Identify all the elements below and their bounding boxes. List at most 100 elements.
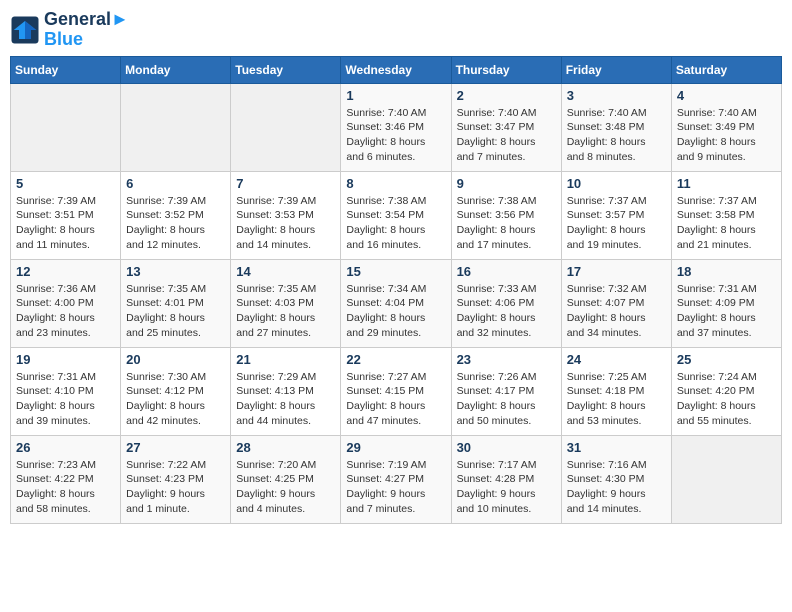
day-number: 17	[567, 264, 666, 279]
calendar-cell: 31Sunrise: 7:16 AM Sunset: 4:30 PM Dayli…	[561, 435, 671, 523]
calendar-cell: 4Sunrise: 7:40 AM Sunset: 3:49 PM Daylig…	[671, 83, 781, 171]
week-row-4: 19Sunrise: 7:31 AM Sunset: 4:10 PM Dayli…	[11, 347, 782, 435]
weekday-header-monday: Monday	[121, 56, 231, 83]
weekday-header-row: SundayMondayTuesdayWednesdayThursdayFrid…	[11, 56, 782, 83]
day-number: 20	[126, 352, 225, 367]
calendar: SundayMondayTuesdayWednesdayThursdayFrid…	[10, 56, 782, 524]
day-number: 3	[567, 88, 666, 103]
day-number: 10	[567, 176, 666, 191]
week-row-1: 1 Sunrise: 7:40 AM Sunset: 3:46 PM Daylig…	[11, 83, 782, 171]
day-number: 29	[346, 440, 445, 455]
day-info: Sunrise: 7:26 AM Sunset: 4:17 PM Dayligh…	[457, 370, 556, 429]
calendar-cell: 24 Sunrise: 7:25 AM Sunset: 4:18 PM Dayli…	[561, 347, 671, 435]
day-info: Sunrise: 7:37 AM Sunset: 3:58 PM Dayligh…	[677, 194, 776, 253]
day-info: Sunrise: 7:32 AM Sunset: 4:07 PM Dayligh…	[567, 282, 666, 341]
logo-icon	[10, 15, 40, 45]
calendar-cell: 13Sunrise: 7:35 AM Sunset: 4:01 PM Dayli…	[121, 259, 231, 347]
weekday-header-saturday: Saturday	[671, 56, 781, 83]
week-row-5: 26 Sunrise: 7:23 AM Sunset: 4:22 PM Dayli…	[11, 435, 782, 523]
calendar-cell: 23 Sunrise: 7:26 AM Sunset: 4:17 PM Dayli…	[451, 347, 561, 435]
calendar-cell: 2 Sunrise: 7:40 AM Sunset: 3:47 PM Daylig…	[451, 83, 561, 171]
calendar-cell: 19Sunrise: 7:31 AM Sunset: 4:10 PM Dayli…	[11, 347, 121, 435]
day-number: 7	[236, 176, 335, 191]
day-info: Sunrise: 7:36 AM Sunset: 4:00 PM Dayligh…	[16, 282, 115, 341]
day-info: Sunrise: 7:38 AM Sunset: 3:56 PM Dayligh…	[457, 194, 556, 253]
calendar-cell: 10Sunrise: 7:37 AM Sunset: 3:57 PM Dayli…	[561, 171, 671, 259]
calendar-cell: 8 Sunrise: 7:38 AM Sunset: 3:54 PM Daylig…	[341, 171, 451, 259]
day-info: Sunrise: 7:34 AM Sunset: 4:04 PM Dayligh…	[346, 282, 445, 341]
calendar-cell: 16 Sunrise: 7:33 AM Sunset: 4:06 PM Dayli…	[451, 259, 561, 347]
day-number: 21	[236, 352, 335, 367]
page-header: General► Blue	[10, 10, 782, 50]
calendar-cell	[671, 435, 781, 523]
weekday-header-friday: Friday	[561, 56, 671, 83]
day-info: Sunrise: 7:39 AM Sunset: 3:52 PM Dayligh…	[126, 194, 225, 253]
day-number: 31	[567, 440, 666, 455]
day-info: Sunrise: 7:29 AM Sunset: 4:13 PM Dayligh…	[236, 370, 335, 429]
weekday-header-wednesday: Wednesday	[341, 56, 451, 83]
calendar-cell: 15 Sunrise: 7:34 AM Sunset: 4:04 PM Dayli…	[341, 259, 451, 347]
calendar-body: 1 Sunrise: 7:40 AM Sunset: 3:46 PM Daylig…	[11, 83, 782, 523]
day-number: 23	[457, 352, 556, 367]
week-row-3: 12 Sunrise: 7:36 AM Sunset: 4:00 PM Dayli…	[11, 259, 782, 347]
day-info: Sunrise: 7:35 AM Sunset: 4:03 PM Dayligh…	[236, 282, 335, 341]
day-number: 6	[126, 176, 225, 191]
logo-text: General► Blue	[44, 10, 129, 50]
calendar-cell: 20Sunrise: 7:30 AM Sunset: 4:12 PM Dayli…	[121, 347, 231, 435]
calendar-cell: 12 Sunrise: 7:36 AM Sunset: 4:00 PM Dayli…	[11, 259, 121, 347]
calendar-cell: 28 Sunrise: 7:20 AM Sunset: 4:25 PM Dayli…	[231, 435, 341, 523]
calendar-cell: 30 Sunrise: 7:17 AM Sunset: 4:28 PM Dayli…	[451, 435, 561, 523]
day-number: 9	[457, 176, 556, 191]
day-number: 11	[677, 176, 776, 191]
calendar-cell: 18Sunrise: 7:31 AM Sunset: 4:09 PM Dayli…	[671, 259, 781, 347]
day-info: Sunrise: 7:24 AM Sunset: 4:20 PM Dayligh…	[677, 370, 776, 429]
weekday-header-tuesday: Tuesday	[231, 56, 341, 83]
day-info: Sunrise: 7:22 AM Sunset: 4:23 PM Dayligh…	[126, 458, 225, 517]
calendar-cell: 26 Sunrise: 7:23 AM Sunset: 4:22 PM Dayli…	[11, 435, 121, 523]
calendar-cell: 6 Sunrise: 7:39 AM Sunset: 3:52 PM Daylig…	[121, 171, 231, 259]
day-number: 30	[457, 440, 556, 455]
logo: General► Blue	[10, 10, 129, 50]
calendar-cell: 9 Sunrise: 7:38 AM Sunset: 3:56 PM Daylig…	[451, 171, 561, 259]
day-info: Sunrise: 7:38 AM Sunset: 3:54 PM Dayligh…	[346, 194, 445, 253]
day-number: 28	[236, 440, 335, 455]
calendar-cell: 17 Sunrise: 7:32 AM Sunset: 4:07 PM Dayli…	[561, 259, 671, 347]
day-info: Sunrise: 7:31 AM Sunset: 4:09 PM Dayligh…	[677, 282, 776, 341]
day-number: 25	[677, 352, 776, 367]
calendar-cell	[11, 83, 121, 171]
day-info: Sunrise: 7:19 AM Sunset: 4:27 PM Dayligh…	[346, 458, 445, 517]
day-number: 16	[457, 264, 556, 279]
calendar-cell	[121, 83, 231, 171]
calendar-cell: 22 Sunrise: 7:27 AM Sunset: 4:15 PM Dayli…	[341, 347, 451, 435]
day-number: 1	[346, 88, 445, 103]
day-info: Sunrise: 7:39 AM Sunset: 3:51 PM Dayligh…	[16, 194, 115, 253]
day-number: 8	[346, 176, 445, 191]
day-number: 14	[236, 264, 335, 279]
day-info: Sunrise: 7:23 AM Sunset: 4:22 PM Dayligh…	[16, 458, 115, 517]
day-number: 24	[567, 352, 666, 367]
day-info: Sunrise: 7:25 AM Sunset: 4:18 PM Dayligh…	[567, 370, 666, 429]
weekday-header-thursday: Thursday	[451, 56, 561, 83]
day-number: 15	[346, 264, 445, 279]
day-info: Sunrise: 7:17 AM Sunset: 4:28 PM Dayligh…	[457, 458, 556, 517]
day-number: 2	[457, 88, 556, 103]
day-info: Sunrise: 7:40 AM Sunset: 3:47 PM Dayligh…	[457, 106, 556, 165]
day-number: 13	[126, 264, 225, 279]
day-number: 12	[16, 264, 115, 279]
day-info: Sunrise: 7:40 AM Sunset: 3:46 PM Dayligh…	[346, 106, 445, 165]
day-info: Sunrise: 7:20 AM Sunset: 4:25 PM Dayligh…	[236, 458, 335, 517]
weekday-header-sunday: Sunday	[11, 56, 121, 83]
day-number: 26	[16, 440, 115, 455]
day-info: Sunrise: 7:40 AM Sunset: 3:48 PM Dayligh…	[567, 106, 666, 165]
day-number: 27	[126, 440, 225, 455]
day-info: Sunrise: 7:33 AM Sunset: 4:06 PM Dayligh…	[457, 282, 556, 341]
day-info: Sunrise: 7:27 AM Sunset: 4:15 PM Dayligh…	[346, 370, 445, 429]
day-info: Sunrise: 7:40 AM Sunset: 3:49 PM Dayligh…	[677, 106, 776, 165]
calendar-cell: 3 Sunrise: 7:40 AM Sunset: 3:48 PM Daylig…	[561, 83, 671, 171]
day-number: 22	[346, 352, 445, 367]
calendar-cell: 5 Sunrise: 7:39 AM Sunset: 3:51 PM Daylig…	[11, 171, 121, 259]
week-row-2: 5 Sunrise: 7:39 AM Sunset: 3:51 PM Daylig…	[11, 171, 782, 259]
day-number: 5	[16, 176, 115, 191]
day-info: Sunrise: 7:31 AM Sunset: 4:10 PM Dayligh…	[16, 370, 115, 429]
calendar-cell: 25 Sunrise: 7:24 AM Sunset: 4:20 PM Dayli…	[671, 347, 781, 435]
